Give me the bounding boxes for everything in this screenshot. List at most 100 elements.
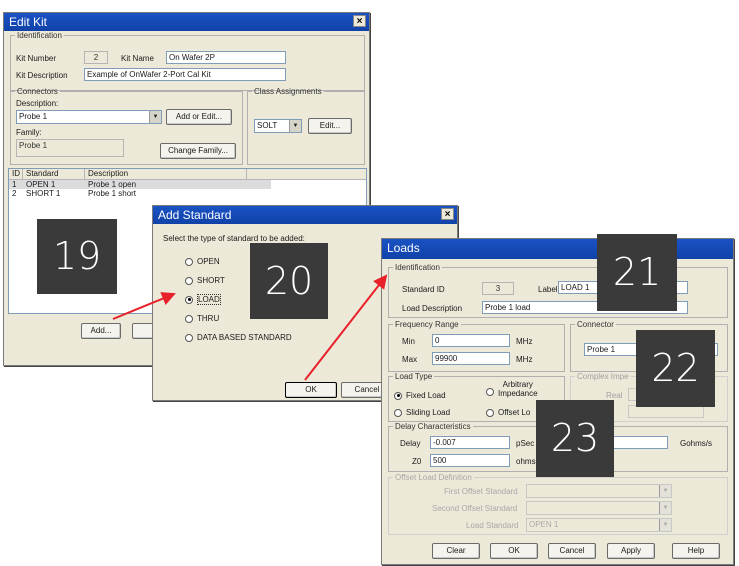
frequency-range-legend: Frequency Range <box>395 320 459 329</box>
family-field: Probe 1 <box>16 139 124 157</box>
z0-input[interactable]: 500 <box>430 454 510 467</box>
help-button[interactable]: Help <box>672 543 720 559</box>
close-icon[interactable]: × <box>441 208 454 220</box>
cell-id: 1 <box>12 180 17 189</box>
callout-23: 23 <box>536 400 614 477</box>
kit-description-label: Kit Description <box>16 71 68 80</box>
add-standard-title: Add Standard <box>158 208 232 222</box>
add-button[interactable]: Add... <box>81 323 121 339</box>
table-header: ID Standard Description <box>9 169 366 180</box>
cell-standard: OPEN 1 <box>26 180 56 189</box>
chevron-down-icon: ▼ <box>659 519 671 531</box>
kit-number-field: 2 <box>84 51 108 64</box>
standard-id-field: 3 <box>482 282 514 295</box>
kit-number-label: Kit Number <box>16 54 57 63</box>
min-input[interactable]: 0 <box>432 334 510 347</box>
sliding-load-label: Sliding Load <box>406 408 451 417</box>
ok-button[interactable]: OK <box>285 382 337 398</box>
radio-sliding-load[interactable]: Sliding Load <box>394 408 450 417</box>
max-label: Max <box>402 355 418 364</box>
ok-button[interactable]: OK <box>490 543 538 559</box>
radio-dot <box>185 333 193 342</box>
delay-input[interactable]: -0.007 <box>430 436 510 449</box>
radio-dot-selected <box>394 391 402 400</box>
radio-dot-selected <box>185 295 193 304</box>
loads-title: Loads <box>387 241 420 255</box>
chevron-down-icon[interactable]: ▼ <box>149 111 161 123</box>
description-label: Description: <box>16 99 59 108</box>
table-row[interactable]: 2 SHORT 1 Probe 1 short <box>9 189 366 198</box>
clear-button[interactable]: Clear <box>432 543 480 559</box>
cell-standard: SHORT 1 <box>26 189 61 198</box>
load-description-label: Load Description <box>402 304 463 313</box>
callout-21: 21 <box>597 234 677 311</box>
radio-fixed-load[interactable]: Fixed Load <box>394 391 446 400</box>
radio-dot <box>394 408 402 417</box>
standard-id-label: Standard ID <box>402 285 445 294</box>
min-label: Min <box>402 337 415 346</box>
fixed-load-label: Fixed Load <box>406 391 446 400</box>
offset-load-definition-legend: Offset Load Definition <box>395 473 472 482</box>
radio-arbitrary-impedance[interactable]: Arbitrary Impedance <box>486 380 538 398</box>
class-select-value: SOLT <box>257 121 278 130</box>
z0-label: Z0 <box>412 457 422 466</box>
column-header-id[interactable]: ID <box>9 169 23 179</box>
first-offset-select: ▼ <box>526 484 672 498</box>
cell-id: 2 <box>12 189 17 198</box>
min-unit: MHz <box>516 337 533 346</box>
radio-dot <box>185 276 193 285</box>
family-label: Family: <box>16 128 42 137</box>
label-label: Label <box>538 285 558 294</box>
identification-legend: Identification <box>17 31 62 40</box>
description-select[interactable]: Probe 1 ▼ <box>16 110 162 124</box>
loss-unit: Gohms/s <box>680 439 713 448</box>
real-label: Real <box>606 391 623 400</box>
class-select[interactable]: SOLT ▼ <box>254 119 302 133</box>
apply-button[interactable]: Apply <box>607 543 655 559</box>
radio-open[interactable]: OPEN <box>185 257 220 266</box>
radio-data-based-label: DATA BASED STANDARD <box>197 333 292 342</box>
callout-20: 20 <box>250 243 328 319</box>
load-standard-value: OPEN 1 <box>529 520 559 529</box>
radio-open-label: OPEN <box>197 257 220 266</box>
add-standard-prompt: Select the type of standard to be added: <box>163 234 305 243</box>
connectors-legend: Connectors <box>17 87 58 96</box>
class-edit-button[interactable]: Edit... <box>308 118 352 134</box>
column-header-description[interactable]: Description <box>85 169 247 179</box>
z0-unit: ohms <box>516 457 536 466</box>
change-family-button[interactable]: Change Family... <box>160 143 236 159</box>
delay-characteristics-legend: Delay Characteristics <box>395 422 471 431</box>
callout-22: 22 <box>636 330 715 407</box>
max-input[interactable]: 99900 <box>432 352 510 365</box>
connector-field[interactable]: Probe 1 <box>584 343 644 356</box>
kit-name-input[interactable]: On Wafer 2P <box>166 51 286 64</box>
column-header-standard[interactable]: Standard <box>23 169 85 179</box>
second-offset-label: Second Offset Standard <box>432 504 518 513</box>
kit-description-input[interactable]: Example of OnWafer 2-Port Cal Kit <box>84 68 286 81</box>
table-row[interactable]: 1 OPEN 1 Probe 1 open <box>9 180 271 189</box>
add-or-edit-button[interactable]: Add or Edit... <box>166 109 232 125</box>
radio-thru[interactable]: THRU <box>185 314 219 323</box>
edit-kit-title: Edit Kit <box>9 15 48 29</box>
complex-impedance-legend: Complex Impe <box>577 372 629 381</box>
radio-dot <box>185 314 193 323</box>
chevron-down-icon[interactable]: ▼ <box>289 120 301 132</box>
max-unit: MHz <box>516 355 533 364</box>
callout-19: 19 <box>37 219 117 294</box>
load-standard-label: Load Standard <box>466 521 519 530</box>
radio-load[interactable]: LOAD <box>185 294 221 305</box>
radio-load-label: LOAD <box>197 294 221 305</box>
load-standard-select: OPEN 1 ▼ <box>526 518 672 532</box>
class-assignments-legend: Class Assignments <box>254 87 322 96</box>
cancel-button[interactable]: Cancel <box>548 543 596 559</box>
add-standard-titlebar: Add Standard × <box>153 206 457 224</box>
close-icon[interactable]: × <box>353 15 366 27</box>
radio-offset-load[interactable]: Offset Lo <box>486 408 530 417</box>
radio-dot <box>486 408 494 417</box>
radio-data-based[interactable]: DATA BASED STANDARD <box>185 333 292 342</box>
radio-short[interactable]: SHORT <box>185 276 225 285</box>
cell-description: Probe 1 short <box>88 189 137 198</box>
radio-dot <box>486 388 494 396</box>
chevron-down-icon: ▼ <box>659 502 671 514</box>
edit-kit-titlebar: Edit Kit × <box>4 13 369 31</box>
